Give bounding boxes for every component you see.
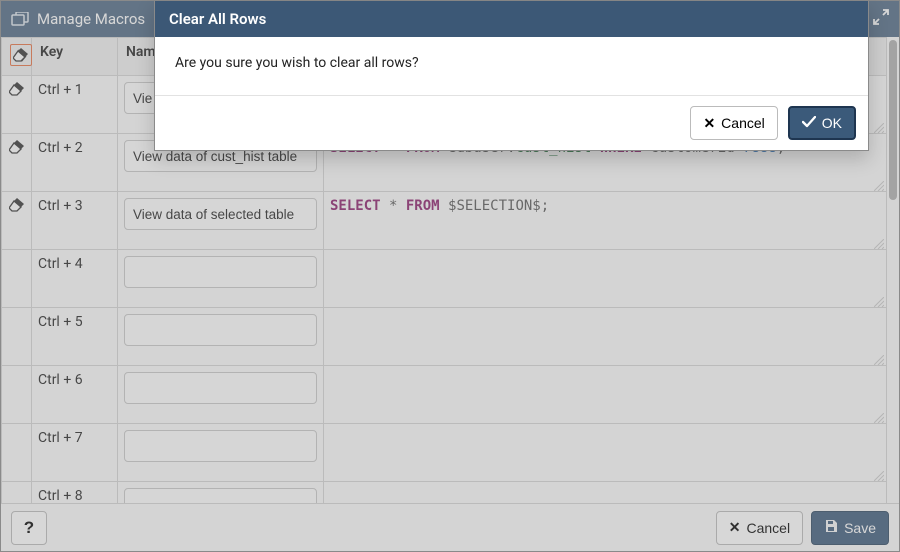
confirm-modal: Clear All Rows Are you sure you wish to … (154, 1, 869, 151)
modal-ok-label: OK (822, 115, 842, 131)
check-icon (802, 115, 816, 131)
modal-footer: ✕ Cancel OK (155, 95, 868, 150)
modal-cancel-label: Cancel (721, 115, 765, 131)
close-icon: ✕ (703, 115, 715, 132)
manage-macros-window: Manage Macros Key Name Ctrl (0, 0, 900, 552)
modal-cancel-button[interactable]: ✕ Cancel (690, 106, 777, 140)
modal-ok-button[interactable]: OK (788, 106, 856, 140)
modal-message: Are you sure you wish to clear all rows? (155, 37, 868, 95)
modal-title: Clear All Rows (155, 1, 868, 37)
